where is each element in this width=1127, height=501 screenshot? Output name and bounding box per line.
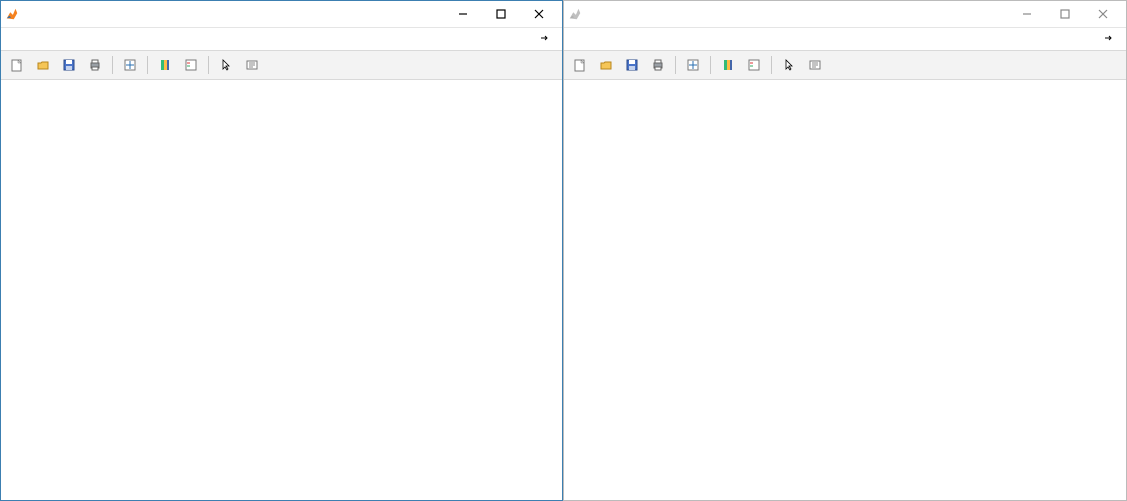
save-icon[interactable]: [620, 53, 644, 77]
toolbar: [564, 50, 1126, 80]
menu-help[interactable]: [133, 37, 151, 41]
insert-text-icon[interactable]: [803, 53, 827, 77]
data-cursor-icon[interactable]: [118, 53, 142, 77]
axes-area[interactable]: [1, 80, 562, 500]
menu-window[interactable]: [115, 37, 133, 41]
print-icon[interactable]: [646, 53, 670, 77]
open-icon[interactable]: [31, 53, 55, 77]
new-figure-icon[interactable]: [5, 53, 29, 77]
matlab-logo-icon: [5, 7, 19, 21]
toolbar-separator: [112, 56, 113, 74]
figure-2-window: [563, 0, 1127, 501]
open-icon[interactable]: [594, 53, 618, 77]
colorbar-icon[interactable]: [153, 53, 177, 77]
menubar: [564, 27, 1126, 50]
menu-insert[interactable]: [624, 37, 642, 41]
figure-1-window: [0, 0, 563, 501]
data-cursor-icon[interactable]: [681, 53, 705, 77]
titlebar[interactable]: [564, 1, 1126, 27]
menu-file[interactable]: [570, 37, 588, 41]
menu-window[interactable]: [678, 37, 696, 41]
menu-desktop[interactable]: [660, 37, 678, 41]
toolbar-separator: [208, 56, 209, 74]
menu-insert[interactable]: [61, 37, 79, 41]
maximize-button[interactable]: [482, 3, 520, 25]
minimize-button[interactable]: [444, 3, 482, 25]
minimize-button[interactable]: [1008, 3, 1046, 25]
menu-file[interactable]: [7, 37, 25, 41]
close-button[interactable]: [520, 3, 558, 25]
toolbar-separator: [147, 56, 148, 74]
menu-edit[interactable]: [25, 37, 43, 41]
print-icon[interactable]: [83, 53, 107, 77]
titlebar[interactable]: [1, 1, 562, 27]
dock-button[interactable]: [1098, 30, 1120, 48]
insert-text-icon[interactable]: [240, 53, 264, 77]
menu-tools[interactable]: [642, 37, 660, 41]
menu-edit[interactable]: [588, 37, 606, 41]
maximize-button[interactable]: [1046, 3, 1084, 25]
menu-help[interactable]: [696, 37, 714, 41]
new-figure-icon[interactable]: [568, 53, 592, 77]
axes3d[interactable]: [584, 116, 1116, 488]
toolbar-separator: [710, 56, 711, 74]
colorbar-icon[interactable]: [716, 53, 740, 77]
menu-view[interactable]: [606, 37, 624, 41]
save-icon[interactable]: [57, 53, 81, 77]
legend-icon[interactable]: [179, 53, 203, 77]
menu-view[interactable]: [43, 37, 61, 41]
close-button[interactable]: [1084, 3, 1122, 25]
toolbar-separator: [675, 56, 676, 74]
axes3d[interactable]: [21, 116, 552, 488]
legend-icon[interactable]: [742, 53, 766, 77]
toolbar: [1, 50, 562, 80]
dock-button[interactable]: [534, 30, 556, 48]
menubar: [1, 27, 562, 50]
menu-tools[interactable]: [79, 37, 97, 41]
toolbar-separator: [771, 56, 772, 74]
matlab-logo-icon: [568, 7, 582, 21]
pointer-icon[interactable]: [214, 53, 238, 77]
menu-desktop[interactable]: [97, 37, 115, 41]
axes-area[interactable]: [564, 80, 1126, 500]
pointer-icon[interactable]: [777, 53, 801, 77]
